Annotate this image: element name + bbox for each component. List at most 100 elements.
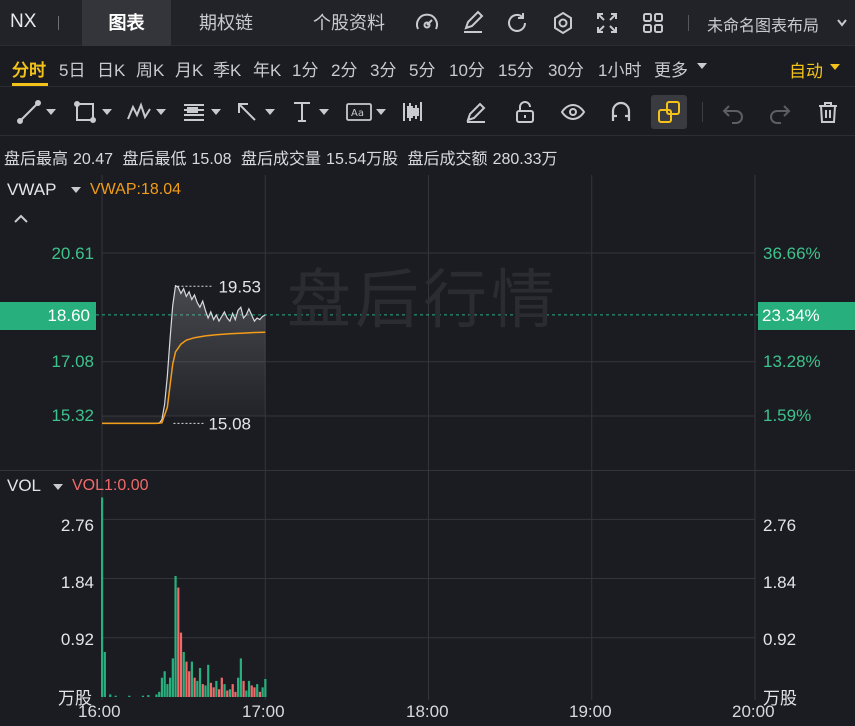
caret-down-icon[interactable]: [46, 109, 56, 115]
volume-bar: [253, 687, 256, 697]
period-5m[interactable]: 5分: [409, 56, 435, 81]
caret-down-icon[interactable]: [265, 109, 275, 115]
text-tool-icon[interactable]: Aa: [345, 99, 373, 125]
volume-pane: VOL VOL1:0.00 2.76 1.84 0.92 2.76 1.84 0…: [0, 471, 855, 726]
active-indicator: [12, 83, 48, 86]
link-sync-icon[interactable]: [656, 99, 682, 125]
volume-bar: [201, 684, 204, 697]
caret-down-icon[interactable]: [830, 64, 840, 70]
volume-bar: [223, 684, 226, 697]
pen-icon[interactable]: [463, 99, 489, 125]
caret-down-icon[interactable]: [102, 109, 112, 115]
ah-volume-label: 盘后成交量: [241, 151, 322, 168]
period-15m[interactable]: 15分: [498, 56, 534, 81]
volume-bar: [215, 680, 218, 697]
period-1h[interactable]: 1小时: [598, 56, 641, 81]
measure-tool-icon[interactable]: [289, 99, 315, 125]
caret-down-icon[interactable]: [156, 109, 166, 115]
tab-options-chain[interactable]: 期权链: [171, 0, 281, 46]
volume-tick: 2.76: [763, 516, 797, 535]
volume-bar: [247, 680, 251, 697]
auto-scale-dropdown[interactable]: 自动: [789, 57, 823, 82]
period-3m[interactable]: 3分: [370, 56, 396, 81]
period-30m[interactable]: 30分: [548, 56, 584, 81]
grid-layout-icon[interactable]: [640, 10, 666, 36]
magnet-icon[interactable]: [608, 99, 634, 125]
layout-name[interactable]: 未命名图表布局: [707, 12, 819, 36]
settings-icon[interactable]: [550, 10, 576, 36]
volume-bar: [101, 497, 104, 697]
vwap-value: VWAP:18.04: [90, 181, 182, 198]
period-day[interactable]: 日K: [97, 56, 125, 81]
current-price-tag: 18.60: [0, 302, 96, 330]
period-5d[interactable]: 5日: [59, 56, 85, 81]
indicator-name-vwap[interactable]: VWAP: [7, 180, 56, 200]
volume-bar: [207, 664, 210, 697]
lock-icon[interactable]: [512, 99, 538, 125]
redo-icon[interactable]: [767, 99, 793, 125]
caret-down-icon[interactable]: [53, 484, 63, 490]
volume-bar: [261, 687, 264, 697]
price-tick: 20.61: [51, 244, 94, 263]
indicator-name-vol[interactable]: VOL: [7, 476, 41, 496]
gauge-icon[interactable]: [414, 10, 440, 36]
volume-chart[interactable]: [0, 471, 855, 726]
fullscreen-icon[interactable]: [594, 10, 620, 36]
eye-icon[interactable]: [560, 99, 586, 125]
volume-tick: 0.92: [763, 630, 797, 649]
period-1m[interactable]: 1分: [292, 56, 318, 81]
time-axis: 16:00 17:00 18:00 19:00 20:00: [0, 700, 855, 726]
edit-icon[interactable]: [460, 10, 486, 36]
tab-chart[interactable]: 图表: [82, 0, 171, 46]
tab-stock-profile[interactable]: 个股资料: [293, 0, 405, 46]
time-tick: 16:00: [78, 702, 121, 721]
caret-down-icon[interactable]: [71, 187, 81, 193]
undo-icon[interactable]: [720, 99, 746, 125]
period-10m[interactable]: 10分: [449, 56, 485, 81]
period-intraday[interactable]: 分时: [12, 56, 46, 81]
rectangle-tool-icon[interactable]: [72, 99, 98, 125]
volume-bar: [234, 691, 237, 697]
period-2m[interactable]: 2分: [331, 56, 357, 81]
volume-tick: 0.92: [60, 630, 94, 649]
period-month[interactable]: 月K: [175, 56, 203, 81]
change-tick: 36.66%: [763, 244, 821, 263]
volume-tick: 2.76: [60, 516, 94, 535]
symbol-label[interactable]: NX: [10, 11, 36, 33]
volume-bar: [158, 691, 161, 697]
after-hours-stats: 盘后最高 20.47 盘后最低 15.08 盘后成交量 15.54万股 盘后成交额 28…: [4, 145, 563, 169]
caret-down-icon[interactable]: [697, 63, 707, 69]
candlestick-icon[interactable]: [399, 99, 425, 125]
chevron-down-icon[interactable]: [836, 18, 848, 28]
trend-line-icon[interactable]: [16, 99, 42, 125]
top-bar: NX 图表 期权链 个股资料 未命名图表布局: [0, 0, 855, 46]
period-week[interactable]: 周K: [136, 56, 164, 81]
volume-bar: [217, 689, 221, 697]
volume-tick: 1.84: [763, 573, 797, 592]
wave-pattern-icon[interactable]: [126, 99, 152, 125]
volume-bar: [190, 661, 193, 697]
volume-bar: [226, 690, 229, 697]
ah-low-value: 15.08: [191, 151, 232, 168]
caret-down-icon[interactable]: [319, 109, 329, 115]
time-tick: 20:00: [732, 702, 775, 721]
period-quarter[interactable]: 季K: [213, 56, 241, 81]
volume-bar: [179, 632, 183, 697]
volume-bar: [245, 690, 248, 697]
chevron-up-icon[interactable]: [13, 213, 29, 225]
period-more[interactable]: 更多: [654, 56, 688, 81]
volume-bar: [228, 689, 232, 697]
arrow-tool-icon[interactable]: [234, 99, 260, 125]
caret-down-icon[interactable]: [211, 109, 221, 115]
time-tick: 18:00: [406, 702, 449, 721]
caret-down-icon[interactable]: [376, 109, 386, 115]
volume-bar: [204, 685, 207, 697]
high-marker-label: 19.53: [218, 277, 261, 296]
period-year[interactable]: 年K: [253, 56, 281, 81]
refresh-icon[interactable]: [504, 10, 530, 36]
fib-tool-icon[interactable]: [181, 99, 207, 125]
change-tick: 13.28%: [763, 352, 821, 371]
trash-icon[interactable]: [815, 99, 841, 125]
drawing-toolbar: Aa: [0, 88, 855, 136]
volume-bar: [198, 668, 202, 697]
